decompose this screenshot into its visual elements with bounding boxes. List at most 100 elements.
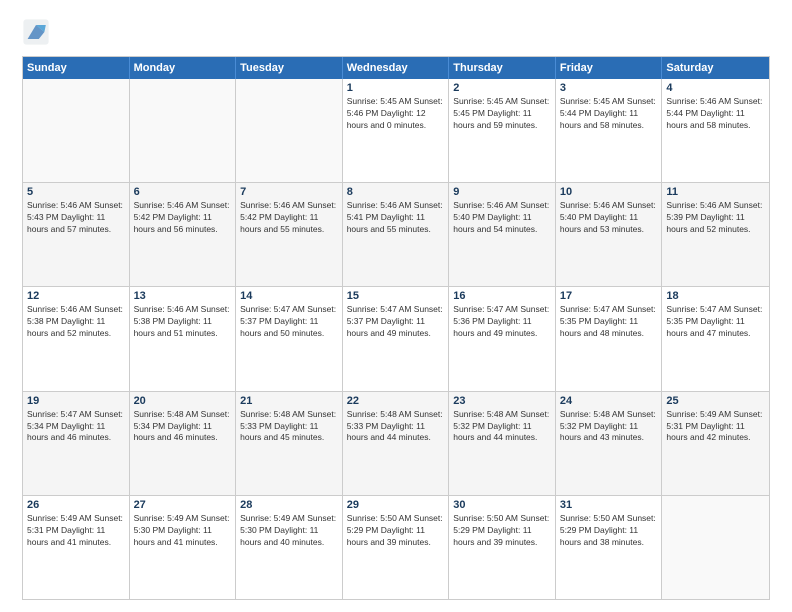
day-cell: 8Sunrise: 5:46 AM Sunset: 5:41 PM Daylig… <box>343 183 450 286</box>
day-cell: 1 Sunrise: 5:45 AM Sunset: 5:46 PM Daylig… <box>343 79 450 182</box>
day-number: 6 <box>134 186 232 198</box>
day-cell: 13 Sunrise: 5:46 AM Sunset: 5:38 PM Dayli… <box>130 287 237 390</box>
day-info: Sunrise: 5:48 AM Sunset: 5:32 PM Dayligh… <box>453 409 551 445</box>
day-info: Sunrise: 5:46 AM Sunset: 5:40 PM Dayligh… <box>560 200 658 236</box>
day-info: Sunrise: 5:46 AM Sunset: 5:42 PM Dayligh… <box>240 200 338 236</box>
day-cell: 18 Sunrise: 5:47 AM Sunset: 5:35 PM Dayli… <box>662 287 769 390</box>
day-cell: 11 Sunrise: 5:46 AM Sunset: 5:39 PM Dayli… <box>662 183 769 286</box>
day-number: 24 <box>560 395 658 407</box>
week-row-5: 26Sunrise: 5:49 AM Sunset: 5:31 PM Dayli… <box>23 495 769 599</box>
day-number: 23 <box>453 395 551 407</box>
day-info: Sunrise: 5:46 AM Sunset: 5:42 PM Dayligh… <box>134 200 232 236</box>
day-cell: 31 Sunrise: 5:50 AM Sunset: 5:29 PM Dayli… <box>556 496 663 599</box>
day-number: 28 <box>240 499 338 511</box>
day-number: 9 <box>453 186 551 198</box>
day-cell: 30Sunrise: 5:50 AM Sunset: 5:29 PM Dayli… <box>449 496 556 599</box>
day-info: Sunrise: 5:46 AM Sunset: 5:39 PM Dayligh… <box>666 200 765 236</box>
day-cell: 10Sunrise: 5:46 AM Sunset: 5:40 PM Dayli… <box>556 183 663 286</box>
day-info: Sunrise: 5:45 AM Sunset: 5:46 PM Dayligh… <box>347 96 445 132</box>
day-info: Sunrise: 5:48 AM Sunset: 5:33 PM Dayligh… <box>240 409 338 445</box>
day-number: 21 <box>240 395 338 407</box>
day-info: Sunrise: 5:50 AM Sunset: 5:29 PM Dayligh… <box>453 513 551 549</box>
day-cell: 29 Sunrise: 5:50 AM Sunset: 5:29 PM Dayli… <box>343 496 450 599</box>
day-info: Sunrise: 5:48 AM Sunset: 5:33 PM Dayligh… <box>347 409 445 445</box>
day-header-saturday: Saturday <box>662 57 769 79</box>
day-cell <box>130 79 237 182</box>
day-number: 1 <box>347 82 445 94</box>
day-cell: 27 Sunrise: 5:49 AM Sunset: 5:30 PM Dayli… <box>130 496 237 599</box>
day-cell: 23 Sunrise: 5:48 AM Sunset: 5:32 PM Dayli… <box>449 392 556 495</box>
day-cell: 3 Sunrise: 5:45 AM Sunset: 5:44 PM Daylig… <box>556 79 663 182</box>
week-row-1: 1 Sunrise: 5:45 AM Sunset: 5:46 PM Daylig… <box>23 79 769 182</box>
day-number: 25 <box>666 395 765 407</box>
day-info: Sunrise: 5:46 AM Sunset: 5:38 PM Dayligh… <box>134 304 232 340</box>
day-cell: 22 Sunrise: 5:48 AM Sunset: 5:33 PM Dayli… <box>343 392 450 495</box>
week-row-2: 5Sunrise: 5:46 AM Sunset: 5:43 PM Daylig… <box>23 182 769 286</box>
day-number: 29 <box>347 499 445 511</box>
logo-icon <box>22 18 50 46</box>
day-info: Sunrise: 5:47 AM Sunset: 5:37 PM Dayligh… <box>240 304 338 340</box>
day-info: Sunrise: 5:47 AM Sunset: 5:36 PM Dayligh… <box>453 304 551 340</box>
day-number: 17 <box>560 290 658 302</box>
day-info: Sunrise: 5:46 AM Sunset: 5:38 PM Dayligh… <box>27 304 125 340</box>
day-number: 13 <box>134 290 232 302</box>
day-cell: 26Sunrise: 5:49 AM Sunset: 5:31 PM Dayli… <box>23 496 130 599</box>
day-header-friday: Friday <box>556 57 663 79</box>
day-info: Sunrise: 5:48 AM Sunset: 5:32 PM Dayligh… <box>560 409 658 445</box>
week-row-4: 19 Sunrise: 5:47 AM Sunset: 5:34 PM Dayli… <box>23 391 769 495</box>
day-header-thursday: Thursday <box>449 57 556 79</box>
day-headers: SundayMondayTuesdayWednesdayThursdayFrid… <box>23 57 769 79</box>
weeks: 1 Sunrise: 5:45 AM Sunset: 5:46 PM Daylig… <box>23 79 769 599</box>
day-info: Sunrise: 5:50 AM Sunset: 5:29 PM Dayligh… <box>560 513 658 549</box>
day-number: 16 <box>453 290 551 302</box>
day-number: 18 <box>666 290 765 302</box>
day-cell: 21 Sunrise: 5:48 AM Sunset: 5:33 PM Dayli… <box>236 392 343 495</box>
day-info: Sunrise: 5:46 AM Sunset: 5:40 PM Dayligh… <box>453 200 551 236</box>
day-number: 31 <box>560 499 658 511</box>
day-cell <box>23 79 130 182</box>
header <box>22 18 770 46</box>
day-number: 27 <box>134 499 232 511</box>
day-header-wednesday: Wednesday <box>343 57 450 79</box>
day-number: 4 <box>666 82 765 94</box>
day-number: 3 <box>560 82 658 94</box>
day-cell: 20Sunrise: 5:48 AM Sunset: 5:34 PM Dayli… <box>130 392 237 495</box>
day-cell: 4 Sunrise: 5:46 AM Sunset: 5:44 PM Daylig… <box>662 79 769 182</box>
day-number: 5 <box>27 186 125 198</box>
day-cell: 25Sunrise: 5:49 AM Sunset: 5:31 PM Dayli… <box>662 392 769 495</box>
day-number: 11 <box>666 186 765 198</box>
day-info: Sunrise: 5:47 AM Sunset: 5:35 PM Dayligh… <box>666 304 765 340</box>
day-info: Sunrise: 5:47 AM Sunset: 5:34 PM Dayligh… <box>27 409 125 445</box>
day-cell <box>662 496 769 599</box>
day-info: Sunrise: 5:49 AM Sunset: 5:30 PM Dayligh… <box>134 513 232 549</box>
day-info: Sunrise: 5:47 AM Sunset: 5:37 PM Dayligh… <box>347 304 445 340</box>
day-number: 19 <box>27 395 125 407</box>
day-cell <box>236 79 343 182</box>
day-header-sunday: Sunday <box>23 57 130 79</box>
day-info: Sunrise: 5:45 AM Sunset: 5:44 PM Dayligh… <box>560 96 658 132</box>
day-number: 14 <box>240 290 338 302</box>
week-row-3: 12Sunrise: 5:46 AM Sunset: 5:38 PM Dayli… <box>23 286 769 390</box>
day-cell: 2Sunrise: 5:45 AM Sunset: 5:45 PM Daylig… <box>449 79 556 182</box>
day-info: Sunrise: 5:47 AM Sunset: 5:35 PM Dayligh… <box>560 304 658 340</box>
page: SundayMondayTuesdayWednesdayThursdayFrid… <box>0 0 792 612</box>
day-info: Sunrise: 5:50 AM Sunset: 5:29 PM Dayligh… <box>347 513 445 549</box>
day-number: 15 <box>347 290 445 302</box>
day-cell: 6 Sunrise: 5:46 AM Sunset: 5:42 PM Daylig… <box>130 183 237 286</box>
day-cell: 7 Sunrise: 5:46 AM Sunset: 5:42 PM Daylig… <box>236 183 343 286</box>
logo <box>22 18 54 46</box>
day-info: Sunrise: 5:49 AM Sunset: 5:30 PM Dayligh… <box>240 513 338 549</box>
day-cell: 5Sunrise: 5:46 AM Sunset: 5:43 PM Daylig… <box>23 183 130 286</box>
day-cell: 19 Sunrise: 5:47 AM Sunset: 5:34 PM Dayli… <box>23 392 130 495</box>
day-number: 22 <box>347 395 445 407</box>
day-info: Sunrise: 5:45 AM Sunset: 5:45 PM Dayligh… <box>453 96 551 132</box>
day-cell: 16 Sunrise: 5:47 AM Sunset: 5:36 PM Dayli… <box>449 287 556 390</box>
day-cell: 9 Sunrise: 5:46 AM Sunset: 5:40 PM Daylig… <box>449 183 556 286</box>
day-cell: 24 Sunrise: 5:48 AM Sunset: 5:32 PM Dayli… <box>556 392 663 495</box>
day-number: 7 <box>240 186 338 198</box>
day-header-monday: Monday <box>130 57 237 79</box>
day-cell: 28 Sunrise: 5:49 AM Sunset: 5:30 PM Dayli… <box>236 496 343 599</box>
day-info: Sunrise: 5:46 AM Sunset: 5:44 PM Dayligh… <box>666 96 765 132</box>
day-cell: 15 Sunrise: 5:47 AM Sunset: 5:37 PM Dayli… <box>343 287 450 390</box>
day-cell: 17 Sunrise: 5:47 AM Sunset: 5:35 PM Dayli… <box>556 287 663 390</box>
